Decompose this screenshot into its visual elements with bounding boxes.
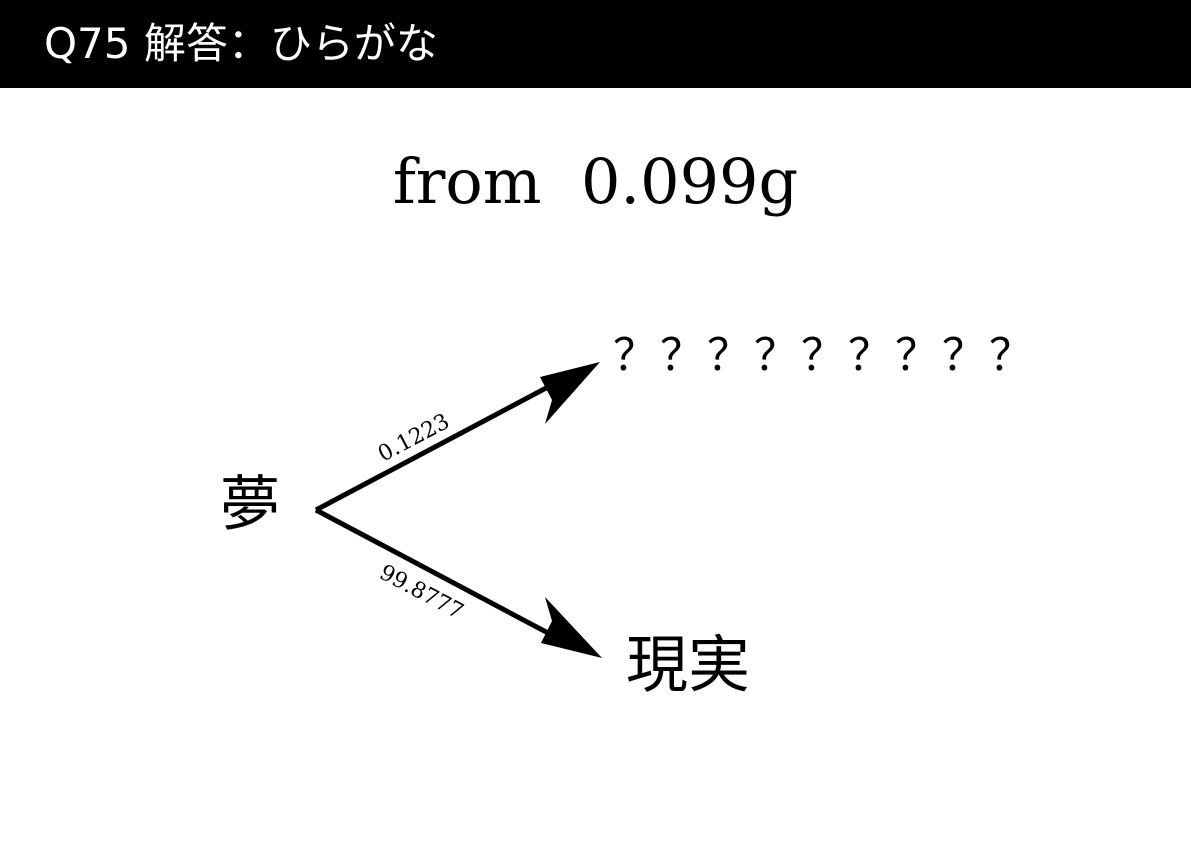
target-upper-label: ？？？？？？？？？: [613, 330, 1033, 381]
edge-upper: [314, 375, 567, 513]
edge-upper-arrowhead: [540, 362, 600, 424]
target-lower-label: 現実: [626, 628, 750, 701]
branch-diagram: 夢 0.1223 99.8777 ？？？？？？？？？ 現実: [220, 330, 1033, 701]
source-node-label: 夢: [220, 470, 280, 540]
edge-lower-label: 99.8777: [375, 560, 467, 625]
edge-lower: [314, 507, 567, 645]
edge-lower-arrowhead: [541, 597, 602, 658]
